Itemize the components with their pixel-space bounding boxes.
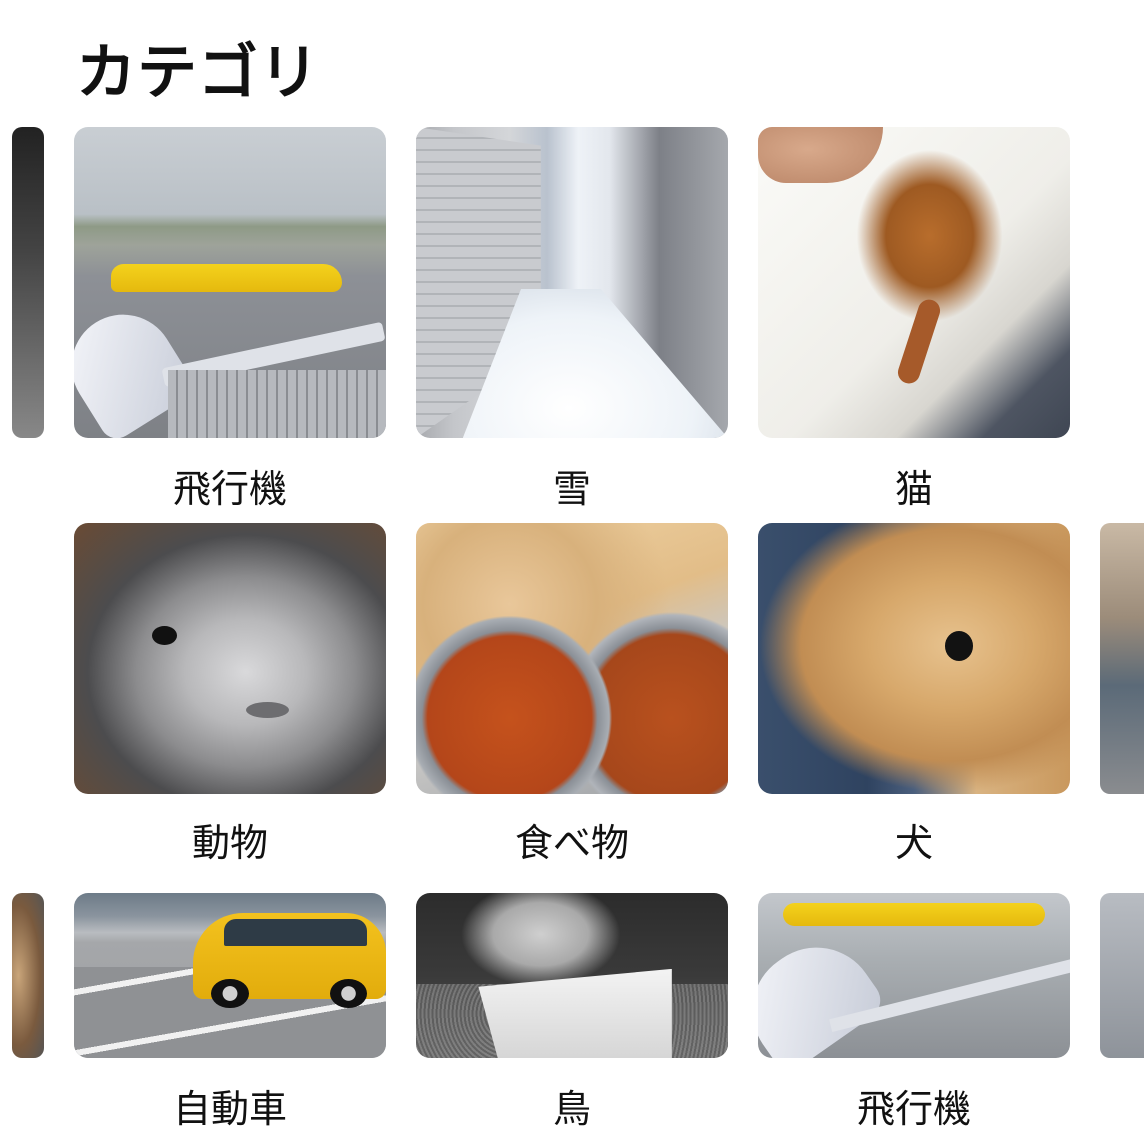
category-tile-airplane[interactable] xyxy=(74,127,386,438)
category-label: 動物 xyxy=(191,821,268,865)
category-label: 飛行機 xyxy=(172,467,287,511)
airplane-photo xyxy=(758,893,1070,1058)
category-tile-dog[interactable] xyxy=(758,523,1070,794)
peek-tile-right-row2[interactable] xyxy=(1100,523,1144,794)
food-photo xyxy=(416,523,728,794)
category-label: 自動車 xyxy=(172,1087,287,1131)
category-label: 猫 xyxy=(894,467,933,511)
category-label: 鳥 xyxy=(552,1087,591,1131)
category-label: 飛行機 xyxy=(856,1087,971,1131)
category-tile-food[interactable] xyxy=(416,523,728,794)
peek-tile-left-row3[interactable] xyxy=(12,893,44,1058)
category-label: 食べ物 xyxy=(514,821,629,865)
category-tile-car[interactable] xyxy=(74,893,386,1058)
category-tile-animal[interactable] xyxy=(74,523,386,794)
category-tile-bird[interactable] xyxy=(416,893,728,1058)
car-photo xyxy=(74,893,386,1058)
peek-tile-left-row1[interactable] xyxy=(12,127,44,438)
category-label: 犬 xyxy=(894,821,933,865)
animal-photo xyxy=(74,523,386,794)
category-tile-snow[interactable] xyxy=(416,127,728,438)
page-title: カテゴリ xyxy=(76,38,320,108)
category-tile-airplane-2[interactable] xyxy=(758,893,1070,1058)
dog-photo xyxy=(758,523,1070,794)
category-tile-cat[interactable] xyxy=(758,127,1070,438)
airplane-photo xyxy=(74,127,386,438)
bird-photo xyxy=(416,893,728,1058)
cat-photo xyxy=(758,127,1070,438)
peek-tile-right-row3[interactable] xyxy=(1100,893,1144,1058)
category-label: 雪 xyxy=(552,467,591,511)
snow-photo xyxy=(416,127,728,438)
